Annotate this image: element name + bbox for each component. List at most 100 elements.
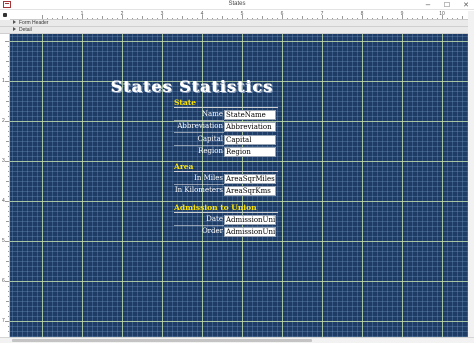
ruler-tick [372,17,373,19]
ruler-tick [267,17,268,19]
ruler-tick [117,17,118,19]
state-section-label[interactable]: State [174,98,196,107]
minimize-button[interactable]: − [418,0,438,10]
ruler-tick [287,17,288,19]
ruler-tick [257,17,258,19]
ruler-tick [6,221,9,222]
ruler-tick [7,331,9,332]
ruler-tick [7,231,9,232]
ruler-tick [277,17,278,19]
ruler-tick [177,17,178,19]
ruler-tick [7,126,9,127]
ruler-tick [132,17,133,19]
admission-section-label[interactable]: Admission to Union [174,203,257,212]
admission-date-control[interactable]: AdmissionUnion [224,215,276,225]
in-kilometers-label[interactable]: In Kilometers [174,186,223,194]
abbreviation-label[interactable]: Abbreviation [174,122,223,130]
ruler-tick [137,17,138,19]
ruler-label: 5 [240,11,244,17]
ruler-tick [297,17,298,19]
section-expand-icon [13,20,16,24]
maximize-button[interactable]: ☐ [437,0,457,10]
ruler-tick [7,156,9,157]
ruler-tick [247,17,248,19]
ruler-label: 4 [200,11,204,17]
row-divider [174,145,224,146]
ruler-tick [377,17,378,19]
ruler-tick [317,17,318,19]
ruler-tick [72,17,73,19]
close-button[interactable]: ✕ [456,0,474,10]
date-label[interactable]: Date [174,215,223,223]
region-control[interactable]: Region [224,147,276,157]
ruler-tick [7,251,9,252]
ruler-tick [217,17,218,19]
ruler-tick [5,201,9,202]
ruler-tick [7,286,9,287]
ruler-tick [5,41,9,42]
ruler-tick [7,296,9,297]
ruler-tick [272,17,273,19]
ruler-tick [7,171,9,172]
ruler-tick [7,226,9,227]
ruler-tick [57,17,58,19]
ruler-tick [67,17,68,19]
ruler-label: 3 [160,11,164,17]
ruler-tick [5,81,9,82]
ruler-tick [7,176,9,177]
ruler-tick [7,131,9,132]
ruler-tick [452,17,453,19]
horizontal-ruler[interactable]: 1 2 3 4 5 6 7 8 9 10 [10,11,468,20]
order-label[interactable]: Order [174,227,223,235]
ruler-tick [157,17,158,19]
ruler-tick [227,17,228,19]
ruler-tick [7,46,9,47]
capital-label[interactable]: Capital [174,135,223,143]
horizontal-scroll-thumb[interactable] [12,339,312,342]
ruler-tick [102,16,103,19]
admission-order-control[interactable]: AdmissionUnion [224,227,276,237]
in-miles-label[interactable]: In Miles [174,174,223,182]
ruler-tick [7,306,9,307]
area-miles-control[interactable]: AreaSqrMiles [224,174,276,184]
abbreviation-control[interactable]: Abbreviation [224,122,276,132]
region-label[interactable]: Region [174,147,223,155]
ruler-tick [262,16,263,19]
ruler-tick [7,211,9,212]
detail-label: Detail [19,27,32,33]
ruler-tick [367,17,368,19]
ruler-label: 2 [120,11,124,17]
ruler-tick [167,17,168,19]
ruler-tick [7,86,9,87]
section-expand-icon [13,27,16,31]
horizontal-scrollbar[interactable] [0,337,474,343]
form-selector[interactable] [0,11,10,20]
ruler-label: 1 [2,78,5,84]
form-header-label: Form Header [19,20,49,26]
ruler-tick [92,17,93,19]
ruler-tick [7,191,9,192]
ruler-tick [407,17,408,19]
form-title-label[interactable]: States Statistics [111,77,273,96]
form-header-section-bar[interactable]: Form Header [0,20,468,27]
vertical-scrollbar[interactable] [468,11,474,337]
ruler-tick [382,16,383,19]
capital-control[interactable]: Capital [224,135,276,145]
ruler-tick [342,16,343,19]
name-label[interactable]: Name [174,110,223,118]
ruler-tick [7,111,9,112]
ruler-label: 3 [2,158,5,164]
ruler-tick [62,16,63,19]
ruler-tick [252,17,253,19]
ruler-tick [7,71,9,72]
detail-section-bar[interactable]: Detail [0,27,468,34]
ruler-label: 5 [2,238,5,244]
vertical-ruler[interactable]: 1 2 3 4 5 6 7 [0,34,10,337]
ruler-tick [142,16,143,19]
area-section-label[interactable]: Area [174,162,193,171]
area-section-line [174,171,278,172]
state-name-control[interactable]: StateName [224,110,276,120]
area-kms-control[interactable]: AreaSqrKms [224,186,276,196]
ruler-tick [7,51,9,52]
ruler-tick [7,271,9,272]
